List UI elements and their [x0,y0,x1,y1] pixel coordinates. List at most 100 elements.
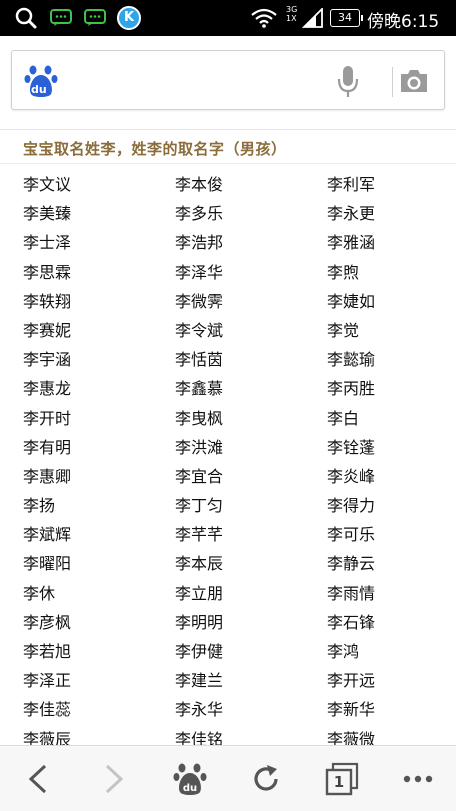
name-row: 李惠龙 李鑫慕 李丙胜 [23,374,443,403]
name-item: 李静云 [327,554,376,574]
microphone-icon[interactable] [337,65,359,99]
name-row: 李薇辰 李佳铭 李薇微 [23,725,443,745]
name-item: 李本辰 [175,554,224,574]
name-item: 李薇辰 [23,729,72,745]
name-item: 李本俊 [175,175,224,194]
name-item: 李宇涵 [23,350,72,370]
forward-button[interactable] [76,746,152,811]
name-list: 李文议 李本俊 李利军李美臻 李多乐 李永更李士泽 李浩邦 李雅涵李思霖 李泽华 李煦李轶翔 李微… [23,170,443,745]
name-row: 李扬 李丁匀 李得力 [23,491,443,520]
name-item: 李文议 [23,175,72,194]
name-item: 李佳蕊 [23,700,72,720]
search-input[interactable] [70,63,330,99]
name-item: 李利军 [327,175,376,194]
status-time: 傍晚6:15 [367,12,440,32]
refresh-button[interactable] [228,746,304,811]
name-item: 李洪滩 [175,437,224,457]
name-item: 李开时 [23,408,72,428]
tabs-icon: 1 [325,762,359,796]
name-item: 李恬茵 [175,350,224,370]
name-item: 李微霁 [175,291,224,311]
title-divider [0,163,456,164]
name-row: 李曜阳 李本辰 李静云 [23,549,443,578]
name-row: 李思霖 李泽华 李煦 [23,258,443,287]
name-item: 李彦枫 [23,612,72,632]
name-row: 李彦枫 李明明 李石锋 [23,608,443,637]
name-item: 李泽华 [175,262,224,282]
name-item: 李新华 [327,700,376,720]
name-item: 李明明 [175,612,224,632]
name-item: 李觉 [327,320,360,340]
refresh-icon [254,765,278,791]
back-button[interactable] [0,746,76,811]
name-row: 李开时 李曳枫 李白 [23,404,443,433]
back-arrow-icon [28,764,47,794]
name-item: 李曜阳 [23,554,72,574]
name-row: 李佳蕊 李永华 李新华 [23,695,443,724]
name-item: 李令斌 [175,320,224,340]
name-row: 李若旭 李伊健 李鸿 [23,637,443,666]
name-row: 李泽正 李建兰 李开远 [23,666,443,695]
name-item: 李佳铭 [175,729,224,745]
battery-indicator: 34 [330,9,363,27]
name-row: 李惠卿 李宜合 李炎峰 [23,462,443,491]
name-item: 李多乐 [175,204,224,224]
name-item: 李薇微 [327,729,376,745]
name-item: 李美臻 [23,204,72,224]
name-item: 李有明 [23,437,72,457]
name-item: 李懿瑜 [327,350,376,370]
more-dots-icon [403,775,433,783]
name-row: 李有明 李洪滩 李铨蓬 [23,433,443,462]
name-item: 李伊健 [175,642,224,661]
name-row: 李宇涵 李恬茵 李懿瑜 [23,345,443,374]
camera-icon[interactable] [398,67,430,95]
app-badge-icon: K [117,6,141,30]
network-type: 3G 1X [286,5,298,23]
search-box[interactable]: du [11,50,445,110]
status-bar: K 3G 1X 34 傍晚6:15 [0,0,456,36]
app-badge-letter: K [123,10,135,25]
name-item: 李浩邦 [175,233,224,253]
name-item: 李雅涵 [327,233,376,253]
name-item: 李士泽 [23,233,72,253]
name-item: 李雨情 [327,583,376,603]
name-row: 李赛妮 李令斌 李觉 [23,316,443,345]
name-item: 李石锋 [327,612,376,632]
name-item: 李思霖 [23,262,72,282]
name-item: 李婕如 [327,291,376,311]
name-item: 李煦 [327,262,360,282]
name-row: 李休 李立朋 李雨情 [23,579,443,608]
name-item: 李白 [327,408,360,428]
name-row: 李文议 李本俊 李利军 [23,170,443,199]
search-icon[interactable] [14,6,38,30]
name-item: 李曳枫 [175,408,224,428]
chat-bubble-icon [50,9,72,26]
name-item: 李开远 [327,671,376,691]
name-row: 李士泽 李浩邦 李雅涵 [23,228,443,257]
more-menu-button[interactable] [380,746,456,811]
baidu-home-button[interactable]: du [152,746,228,811]
bottom-toolbar: du 1 [0,745,456,811]
tabs-button[interactable]: 1 [304,746,380,811]
name-item: 李若旭 [23,642,72,661]
chat-bubble-icon [84,9,106,26]
baidu-paw-icon: du [173,763,207,795]
name-item: 李立朋 [175,583,224,603]
page-title: 宝宝取名姓李，姓李的取名字（男孩） [23,140,287,158]
forward-arrow-icon [105,764,124,794]
name-item: 李惠卿 [23,466,72,486]
name-item: 李永更 [327,204,376,224]
svg-text:du: du [183,783,197,794]
name-item: 李芊芊 [175,525,224,545]
page-content[interactable]: 宝宝取名姓李，姓李的取名字（男孩） 李文议 李本俊 李利军 李美臻 李多乐 李永更 李士泽李… [0,130,456,745]
name-item: 李轶翔 [23,291,72,311]
name-item: 李铨蓬 [327,437,376,457]
name-item: 李炎峰 [327,466,376,486]
name-row: 李美臻 李多乐 李永更 [23,199,443,228]
name-item: 李建兰 [175,671,224,691]
name-item: 李泽正 [23,671,72,691]
name-item: 李休 [23,583,56,603]
name-item: 李扬 [23,496,56,516]
name-item: 李斌辉 [23,525,72,545]
name-item: 李鑫慕 [175,379,224,399]
